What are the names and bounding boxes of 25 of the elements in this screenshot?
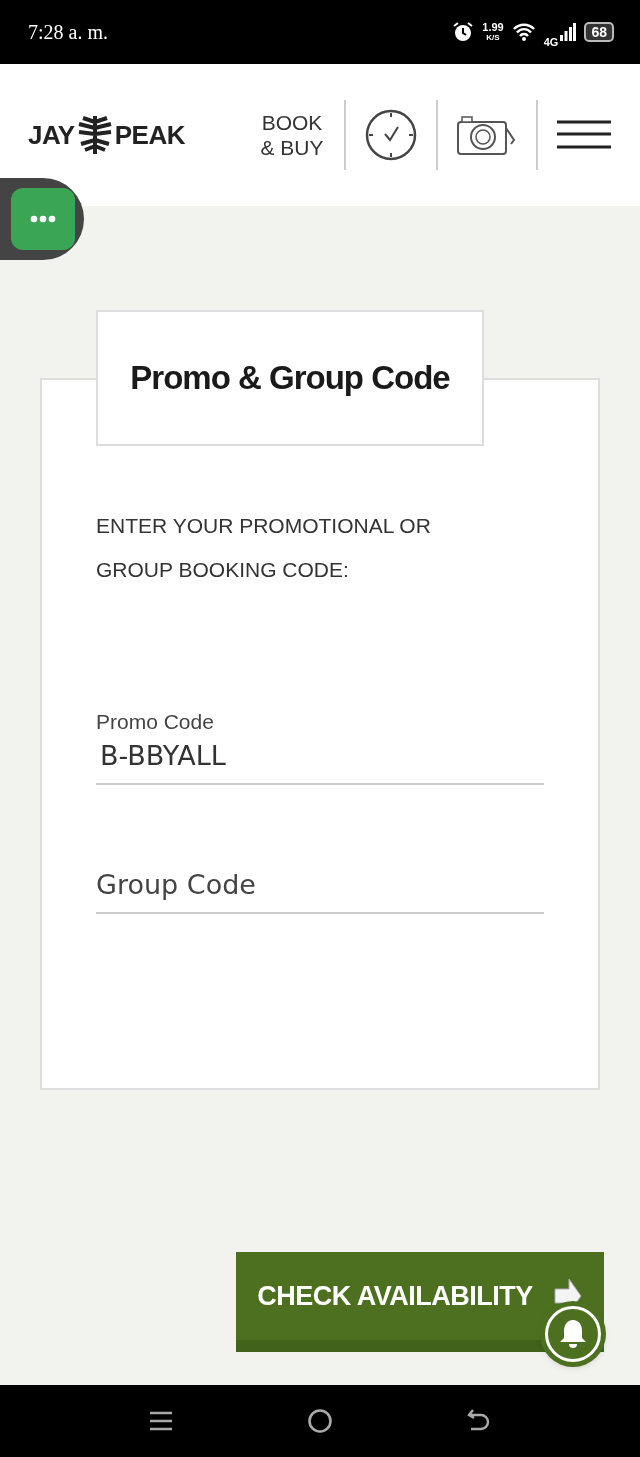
menu-icon[interactable] [149, 1409, 173, 1433]
wifi-icon [511, 22, 536, 42]
field-label: Promo Code [96, 710, 215, 734]
network-speed: 1.99 [482, 22, 504, 33]
clock-time: 7:28 a. m. [28, 20, 108, 44]
menu-icon[interactable] [556, 120, 612, 150]
chat-button[interactable] [11, 188, 75, 250]
input-field[interactable]: Group Code [96, 863, 544, 914]
logo-text[interactable]: JAY [28, 119, 75, 151]
battery-indicator: 68 [584, 22, 614, 42]
speed-unit: K/S [486, 33, 500, 42]
alarm-icon [452, 21, 475, 43]
home-icon[interactable] [307, 1408, 333, 1434]
leaf-icon [76, 116, 113, 154]
card-title: Promo & Group Code [96, 310, 484, 446]
signal-icon [560, 23, 577, 41]
instruction-text: ENTER YOUR PROMOTIONAL OR GROUP BOOKING CODE: [96, 513, 432, 583]
network-type: 4G [543, 36, 559, 48]
bell-icon [558, 1318, 588, 1350]
logo-text[interactable]: PEAK [114, 119, 185, 151]
clock-icon[interactable] [364, 108, 418, 162]
book-and-buy-link[interactable]: BOOK & BUY [258, 110, 326, 160]
input-field[interactable]: B-BBYALL [96, 734, 544, 785]
more-icon [30, 215, 56, 223]
check-availability-button[interactable]: CHECK AVAILABILITY [236, 1252, 604, 1352]
